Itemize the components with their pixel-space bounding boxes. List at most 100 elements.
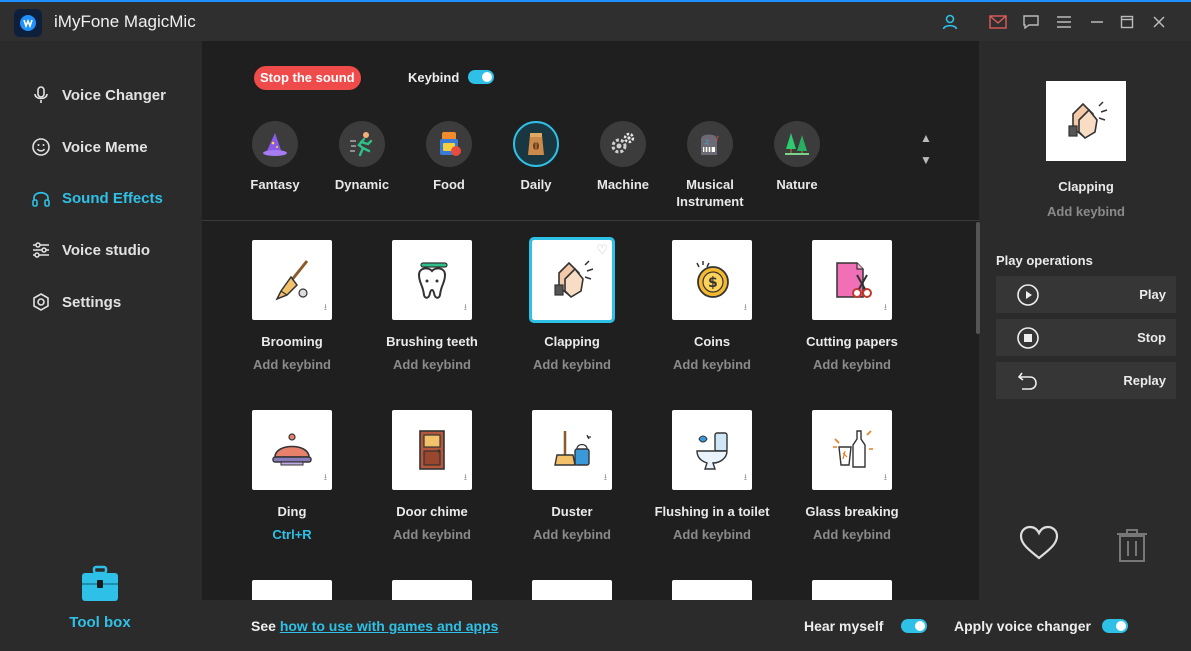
bell-icon: ⭳	[252, 410, 332, 490]
tooth-icon: ⭳	[392, 240, 472, 320]
category-food[interactable]: Food	[409, 121, 489, 193]
selected-sound-name: Clapping	[1058, 179, 1114, 194]
add-keybind-link[interactable]: Add keybind	[642, 527, 782, 542]
category-label: Daily	[520, 177, 552, 192]
sound-tile-ding[interactable]: ⭳ Ding Ctrl+R	[222, 410, 362, 542]
sound-tile-cutting-papers[interactable]: ⭳ Cutting papers Add keybind	[782, 240, 922, 372]
category-scroll-arrows[interactable]: ▲ ▼	[918, 127, 934, 171]
sound-tile-partial[interactable]	[642, 580, 782, 600]
category-musical-instrument[interactable]: ♪ ♫ Musical Instrument	[670, 121, 750, 210]
sidebar-item-settings[interactable]: Settings	[30, 290, 121, 314]
app-logo-icon	[14, 9, 42, 37]
toolbox-button[interactable]: Tool box	[60, 565, 140, 631]
replay-label: Replay	[1123, 373, 1166, 388]
play-operations-title: Play operations	[996, 253, 1093, 268]
sound-effects-panel: Stop the sound Keybind Fantasy Dynamic F…	[202, 41, 980, 600]
keybind-toggle[interactable]	[468, 70, 494, 84]
sound-name: Duster	[551, 504, 593, 519]
add-keybind-link[interactable]: Add keybind	[362, 527, 502, 542]
download-icon: ⭳	[883, 302, 887, 312]
close-icon[interactable]	[1149, 12, 1169, 32]
title-bar: iMyFone MagicMic	[0, 0, 1191, 41]
category-daily[interactable]: Daily	[496, 121, 576, 193]
maximize-icon[interactable]	[1117, 12, 1137, 32]
category-nature[interactable]: Nature	[757, 121, 837, 193]
sound-tile-door-chime[interactable]: ⭳ Door chime Add keybind	[362, 410, 502, 542]
svg-text:$: $	[708, 275, 718, 291]
grid-scrollbar[interactable]	[976, 222, 980, 334]
broom-icon: ⭳	[252, 240, 332, 320]
food-icon	[426, 121, 472, 167]
stop-icon	[1017, 326, 1039, 349]
add-keybind-link[interactable]: Add keybind	[782, 357, 922, 372]
sound-tile-brooming[interactable]: ⭳ Brooming Add keybind	[222, 240, 362, 372]
category-fantasy[interactable]: Fantasy	[235, 121, 315, 193]
play-button[interactable]: Play	[996, 276, 1176, 313]
hear-myself-label: Hear myself	[804, 618, 884, 634]
chat-icon[interactable]	[1021, 12, 1041, 32]
sound-tile-partial[interactable]	[362, 580, 502, 600]
favorite-heart-icon[interactable]	[1019, 525, 1059, 566]
add-keybind-link[interactable]: Add keybind	[222, 357, 362, 372]
selected-add-keybind[interactable]: Add keybind	[981, 204, 1191, 219]
coffee-bag-icon	[513, 121, 559, 167]
headphones-icon	[30, 187, 52, 209]
sound-name: Brooming	[261, 334, 323, 349]
trash-icon[interactable]	[1115, 527, 1149, 568]
scissors-icon: ⭳	[812, 240, 892, 320]
sidebar-item-voice-changer[interactable]: Voice Changer	[30, 83, 166, 107]
category-dynamic[interactable]: Dynamic	[322, 121, 402, 193]
sound-tile-partial[interactable]	[502, 580, 642, 600]
sidebar-item-sound-effects[interactable]: Sound Effects	[30, 186, 163, 210]
arrow-up-icon[interactable]: ▲	[918, 127, 934, 149]
minimize-icon[interactable]	[1087, 12, 1107, 32]
stop-button[interactable]: Stop	[996, 319, 1176, 356]
sound-tile-partial[interactable]	[782, 580, 922, 600]
add-keybind-link[interactable]: Add keybind	[362, 357, 502, 372]
sound-tile-brushing-teeth[interactable]: ⭳ Brushing teeth Add keybind	[362, 240, 502, 372]
bottom-bar: See how to use with games and apps Hear …	[202, 600, 1191, 651]
add-keybind-link[interactable]: Add keybind	[502, 357, 642, 372]
add-keybind-link[interactable]: Add keybind	[642, 357, 782, 372]
favorite-heart-icon[interactable]: ♡	[596, 242, 608, 258]
replay-icon	[1017, 372, 1037, 390]
apply-voice-changer-toggle[interactable]	[1102, 619, 1128, 633]
sound-tile-clapping[interactable]: ♡ Clapping Add keybind	[502, 237, 642, 372]
sound-tile-partial[interactable]	[222, 580, 362, 600]
category-label: Food	[433, 177, 465, 192]
stop-sound-button[interactable]: Stop the sound	[254, 66, 361, 90]
sound-name: Door chime	[396, 504, 468, 519]
download-icon: ⭳	[463, 472, 467, 482]
sidebar-item-voice-meme[interactable]: Voice Meme	[30, 135, 148, 159]
piano-icon: ♪ ♫	[687, 121, 733, 167]
play-label: Play	[1139, 287, 1166, 302]
arrow-down-icon[interactable]: ▼	[918, 149, 934, 171]
wizard-hat-icon	[252, 121, 298, 167]
download-icon: ⭳	[743, 302, 747, 312]
sound-name: Cutting papers	[806, 334, 898, 349]
sound-tile-coins[interactable]: $ ⭳ Coins Add keybind	[642, 240, 782, 372]
category-machine[interactable]: Machine	[583, 121, 663, 193]
download-icon: ⭳	[463, 302, 467, 312]
category-label: Nature	[776, 177, 818, 192]
games-apps-link[interactable]: how to use with games and apps	[280, 618, 499, 634]
user-icon[interactable]	[940, 12, 960, 32]
menu-icon[interactable]	[1054, 12, 1074, 32]
sound-tile-glass-breaking[interactable]: ⭳ Glass breaking Add keybind	[782, 410, 922, 542]
replay-button[interactable]: Replay	[996, 362, 1176, 399]
help-prefix: See	[251, 618, 280, 634]
add-keybind-link[interactable]: Add keybind	[782, 527, 922, 542]
sound-tile-flushing-toilet[interactable]: ⭳ Flushing in a toilet Add keybind	[642, 410, 782, 542]
add-keybind-link[interactable]: Add keybind	[502, 527, 642, 542]
sound-tile-duster[interactable]: ⭳ Duster Add keybind	[502, 410, 642, 542]
sidebar-item-voice-studio[interactable]: Voice studio	[30, 238, 150, 262]
help-text: See how to use with games and apps	[251, 618, 498, 634]
mail-icon[interactable]	[988, 12, 1008, 32]
sound-name: Glass breaking	[805, 504, 899, 519]
category-label: Fantasy	[250, 177, 300, 192]
hear-myself-toggle[interactable]	[901, 619, 927, 633]
sound-name: Clapping	[544, 334, 600, 349]
duster-icon: ⭳	[532, 410, 612, 490]
keybind-shortcut[interactable]: Ctrl+R	[222, 527, 362, 542]
sliders-icon	[30, 239, 52, 261]
